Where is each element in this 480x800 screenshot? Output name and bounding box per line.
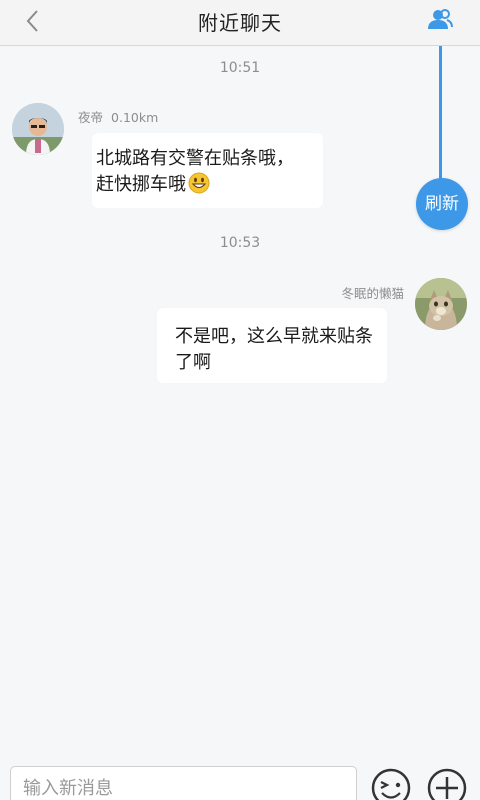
wink-face-icon [371,768,411,800]
sender-meta: 夜帝 0.10km [78,107,158,126]
message-text-line: 了啊 [175,352,211,373]
message-text-line: 不是吧，这么早就来贴条 [175,326,373,347]
user-photo-avatar [12,103,64,155]
sender-name: 冬眠的懒猫 [341,286,404,301]
page-title: 附近聊天 [198,11,282,35]
grinning-face-icon [188,172,210,194]
avatar[interactable] [415,278,467,330]
top-bar: 附近聊天 [0,0,480,46]
cat-photo-avatar [415,278,467,330]
refresh-button[interactable]: 刷新 [416,178,468,230]
timestamp: 10:51 [219,60,261,76]
message-text-line-with-emoji: 赶快挪车哦 [96,172,323,198]
emoji-button[interactable] [369,766,413,800]
sender-distance: 0.10km [111,110,159,125]
plus-circle-icon [427,768,467,800]
message-text-line: 北城路有交警在贴条哦， [96,148,294,169]
timestamp: 10:53 [219,235,261,251]
contacts-button[interactable] [426,6,454,34]
more-button[interactable] [425,766,469,800]
message-input[interactable] [10,766,357,800]
sender-name: 夜帝 [78,110,104,125]
user-group-icon [428,9,453,29]
message-bubble[interactable]: 北城路有交警在贴条哦， 赶快挪车哦 [92,133,323,208]
message-bubble[interactable]: 不是吧，这么早就来贴条 了啊 [157,308,387,383]
avatar[interactable] [12,103,64,155]
message-text: 赶快挪车哦 [96,174,186,195]
